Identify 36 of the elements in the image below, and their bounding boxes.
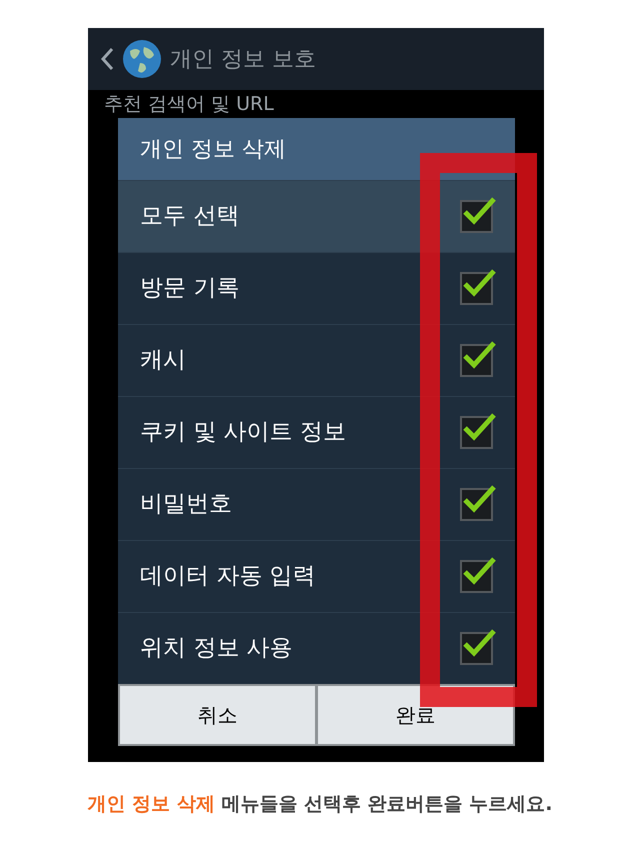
back-icon[interactable] <box>100 47 114 71</box>
caption-text: 메뉴들을 선택후 완료버튼을 누르세요. <box>221 793 552 815</box>
checkbox[interactable] <box>460 344 493 377</box>
list-item[interactable]: 쿠키 및 사이트 정보 <box>118 396 515 468</box>
list-item[interactable]: 위치 정보 사용 <box>118 612 515 684</box>
checkbox[interactable] <box>460 200 493 233</box>
item-label: 방문 기록 <box>140 274 240 304</box>
list-item[interactable]: 방문 기록 <box>118 252 515 324</box>
item-label: 쿠키 및 사이트 정보 <box>140 418 346 448</box>
item-label: 위치 정보 사용 <box>140 634 293 664</box>
checkbox[interactable] <box>460 488 493 521</box>
item-label: 캐시 <box>140 346 186 376</box>
check-icon <box>462 412 496 442</box>
list-item[interactable]: 데이터 자동 입력 <box>118 540 515 612</box>
item-label: 모두 선택 <box>140 202 240 232</box>
list-item[interactable]: 비밀번호 <box>118 468 515 540</box>
check-icon <box>462 484 496 514</box>
globe-icon <box>122 39 162 79</box>
list-item[interactable]: 캐시 <box>118 324 515 396</box>
checkbox[interactable] <box>460 416 493 449</box>
caption-highlight: 개인 정보 삭제 <box>88 793 215 815</box>
check-icon <box>462 196 496 226</box>
dialog-title: 개인 정보 삭제 <box>140 136 286 164</box>
check-icon <box>462 268 496 298</box>
checkbox[interactable] <box>460 272 493 305</box>
check-icon <box>462 340 496 370</box>
screen-title: 개인 정보 보호 <box>170 46 316 74</box>
checkbox[interactable] <box>460 632 493 665</box>
checkbox[interactable] <box>460 560 493 593</box>
check-icon <box>462 556 496 586</box>
check-icon <box>462 628 496 658</box>
dialog-button[interactable]: 취소 <box>120 686 315 744</box>
list-item[interactable]: 모두 선택 <box>118 180 515 252</box>
item-label: 비밀번호 <box>140 490 232 520</box>
setting-title: 추천 검색어 및 URL <box>104 93 274 115</box>
item-label: 데이터 자동 입력 <box>140 562 316 592</box>
